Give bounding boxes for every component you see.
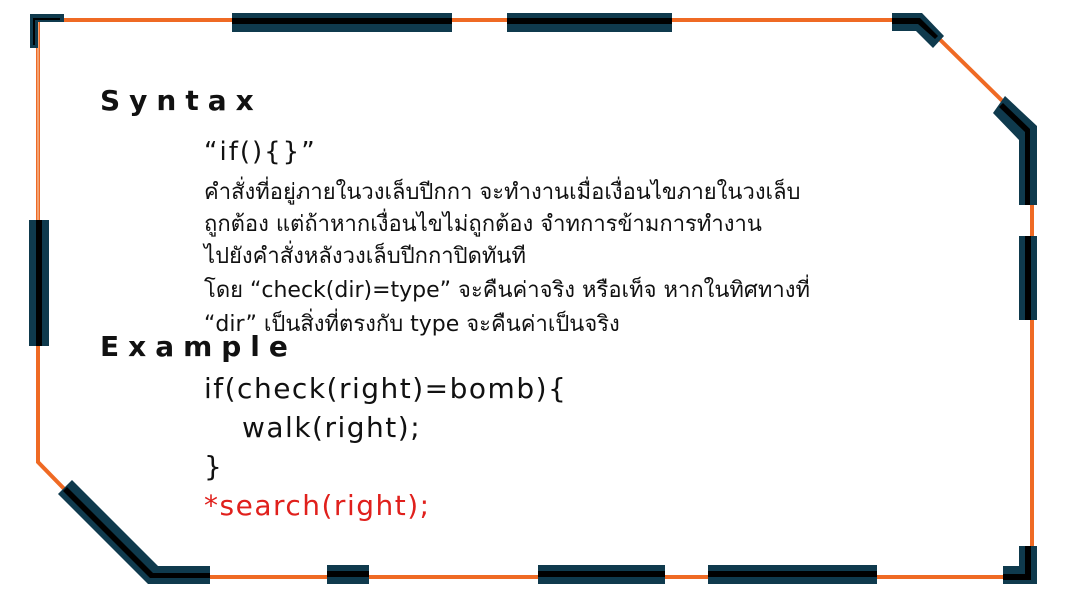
right-dash [1019,236,1037,320]
top-dash-1 [232,13,452,32]
corner-bottom-left [58,480,210,584]
example-heading: Example [100,330,297,363]
description-line-4: โดย “check(dir)=type” จะคืนค่าจริง หรือเ… [204,278,810,303]
syntax-code: “if(){}” [204,137,317,167]
description-line-1: คำสั่งที่อยู่ภายในวงเล็บปีกกา จะทำงานเมื… [204,180,801,205]
bottom-dash-3 [708,565,877,584]
left-dash [29,220,49,346]
corner-bottom-right [1003,546,1037,584]
example-code-line-3: } [204,450,224,483]
description-line-2: ถูกต้อง แต่ถ้าหากเงื่อนไขไม่ถูกต้อง จำทก… [204,212,762,237]
corner-top-left [30,14,64,48]
corner-top-right [892,13,944,48]
bottom-dash-2 [538,565,665,584]
example-code-highlight: *search(right); [204,489,431,522]
syntax-heading: Syntax [100,84,263,117]
bottom-dash-1 [327,565,369,584]
example-code-line-2: walk(right); [242,411,422,444]
description-line-3: ไปยังคำสั่งหลังวงเล็บปีกกาปิดทันที [204,244,526,269]
right-diagonal-top [993,96,1037,205]
example-code-line-1: if(check(right)=bomb){ [204,372,568,405]
top-dash-2 [507,13,672,32]
